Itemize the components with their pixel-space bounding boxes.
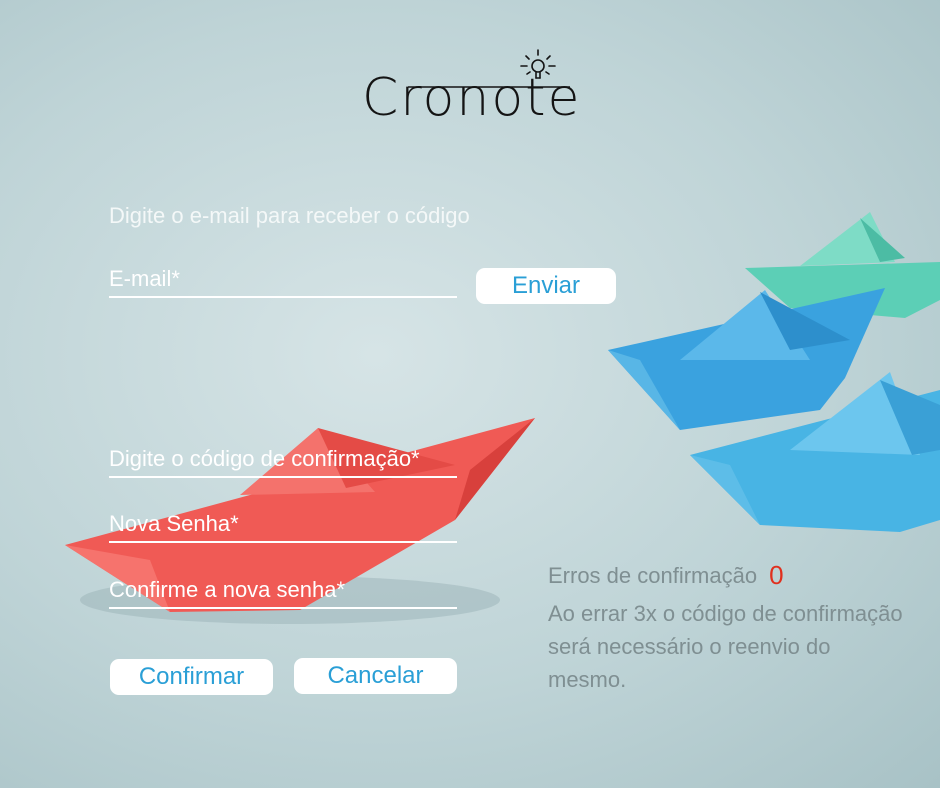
errors-row: Erros de confirmação 0 [548, 560, 908, 591]
errors-count: 0 [769, 560, 784, 590]
confirmation-code-field[interactable] [109, 446, 457, 476]
confirm-password-field[interactable] [109, 577, 457, 607]
email-prompt: Digite o e-mail para receber o código [109, 203, 470, 228]
email-field[interactable] [109, 266, 457, 296]
send-button[interactable]: Enviar [476, 268, 616, 304]
cancel-button[interactable]: Cancelar [294, 658, 457, 694]
email-field-container [109, 266, 457, 298]
new-password-field[interactable] [109, 511, 457, 541]
confirm-button[interactable]: Confirmar [110, 659, 273, 695]
errors-label: Erros de confirmação [548, 562, 758, 588]
code-field-container [109, 446, 457, 478]
cronote-logo: Cronote [360, 48, 582, 134]
confirmation-info: Erros de confirmação 0 Ao errar 3x o cód… [548, 560, 908, 696]
brand-name: Cronote [362, 68, 582, 128]
confirm-password-field-container [109, 577, 457, 609]
resend-note: Ao errar 3x o código de confirmação será… [548, 601, 903, 692]
new-password-field-container [109, 511, 457, 543]
